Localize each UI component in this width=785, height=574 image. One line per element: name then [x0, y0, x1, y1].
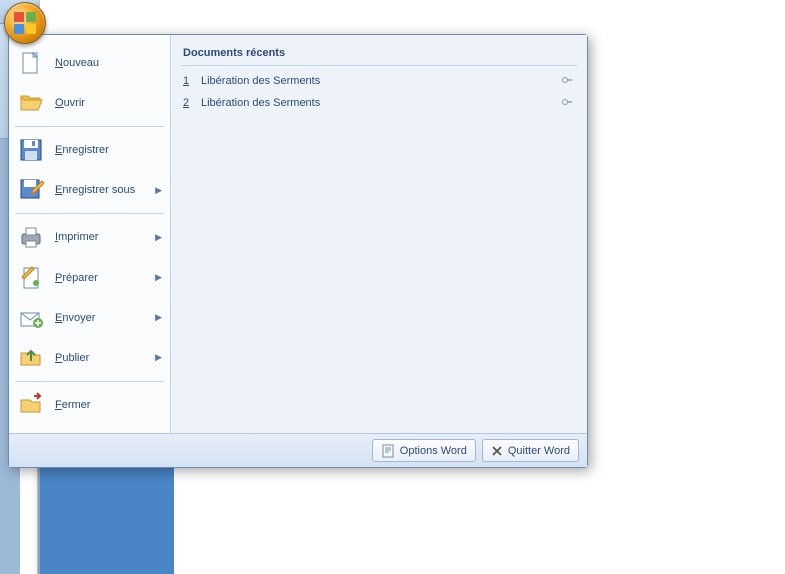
menu-separator [15, 126, 164, 127]
recent-documents-panel: Documents récents 1 Libération des Serme… [171, 35, 587, 433]
office-menu: Nouveau Ouvrir Enregistrer Enregistrer s… [8, 34, 588, 468]
menu-label: Nouveau [55, 57, 162, 69]
quitter-word-button[interactable]: Quitter Word [482, 439, 579, 462]
options-label: Options Word [400, 445, 467, 457]
publish-icon [17, 344, 45, 372]
save-disk-icon [17, 136, 45, 164]
open-folder-icon [17, 89, 45, 117]
close-icon [491, 445, 503, 457]
recent-header: Documents récents [181, 43, 577, 66]
save-as-icon [17, 176, 45, 204]
office-logo-icon [14, 12, 36, 34]
chevron-right-icon: ▶ [155, 312, 162, 323]
menu-label: Fermer [55, 399, 162, 411]
chevron-right-icon: ▶ [155, 352, 162, 363]
menu-item-ouvrir[interactable]: Ouvrir [9, 83, 170, 123]
office-menu-commands: Nouveau Ouvrir Enregistrer Enregistrer s… [9, 35, 171, 433]
menu-item-nouveau[interactable]: Nouveau [9, 43, 170, 83]
menu-label: Préparer [55, 272, 145, 284]
recent-filename: Libération des Serments [201, 97, 553, 109]
menu-item-enregistrer[interactable]: Enregistrer [9, 130, 170, 170]
recent-index: 1 [183, 75, 193, 87]
menu-label: Envoyer [55, 312, 145, 324]
print-icon [17, 223, 45, 251]
chevron-right-icon: ▶ [155, 185, 162, 196]
recent-index: 2 [183, 97, 193, 109]
menu-item-fermer[interactable]: Fermer [9, 385, 170, 425]
menu-label: Publier [55, 352, 145, 364]
options-icon [381, 444, 395, 458]
office-menu-footer: Options Word Quitter Word [9, 433, 587, 467]
office-button[interactable] [4, 2, 46, 44]
menu-item-imprimer[interactable]: Imprimer ▶ [9, 217, 170, 257]
quit-label: Quitter Word [508, 445, 570, 457]
send-icon [17, 304, 45, 332]
menu-item-envoyer[interactable]: Envoyer ▶ [9, 298, 170, 338]
new-doc-icon [17, 49, 45, 77]
menu-label: Imprimer [55, 231, 145, 243]
menu-label: Enregistrer [55, 144, 162, 156]
close-folder-icon [17, 391, 45, 419]
prepare-icon [17, 264, 45, 292]
recent-doc-item[interactable]: 1 Libération des Serments [181, 70, 577, 92]
recent-doc-item[interactable]: 2 Libération des Serments [181, 92, 577, 114]
pin-icon[interactable] [561, 74, 575, 88]
chevron-right-icon: ▶ [155, 272, 162, 283]
menu-label: Enregistrer sous [55, 184, 145, 196]
pin-icon[interactable] [561, 96, 575, 110]
menu-item-enregistrer-sous[interactable]: Enregistrer sous ▶ [9, 170, 170, 210]
chevron-right-icon: ▶ [155, 232, 162, 243]
menu-item-publier[interactable]: Publier ▶ [9, 338, 170, 378]
menu-separator [15, 213, 164, 214]
menu-item-preparer[interactable]: Préparer ▶ [9, 258, 170, 298]
menu-separator [15, 381, 164, 382]
options-word-button[interactable]: Options Word [372, 439, 476, 462]
recent-filename: Libération des Serments [201, 75, 553, 87]
menu-label: Ouvrir [55, 97, 162, 109]
